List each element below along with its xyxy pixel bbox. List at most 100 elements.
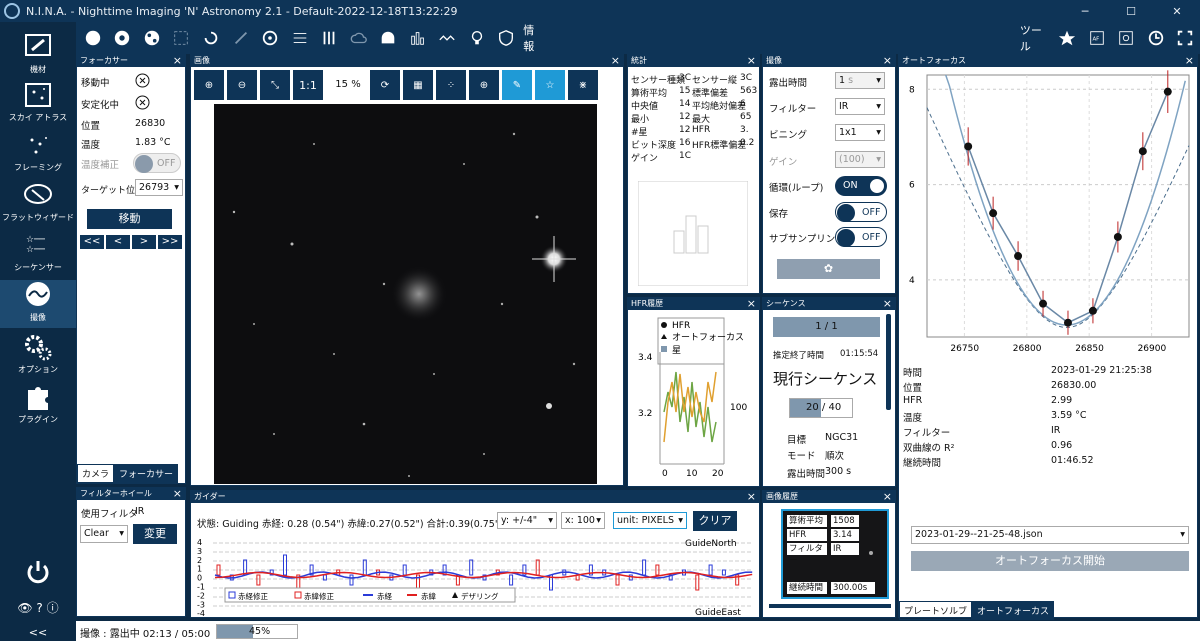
star-icon[interactable] (1052, 25, 1082, 51)
camera-status-icon[interactable] (78, 25, 108, 51)
stat-value: 14 (679, 99, 691, 109)
grid-icon[interactable]: ▦ (403, 70, 433, 100)
bulb-icon[interactable] (462, 25, 492, 51)
subsample-toggle[interactable]: OFF (835, 227, 887, 247)
capture-button[interactable]: ✿ (777, 259, 880, 279)
unit-select[interactable]: unit: PIXELS (613, 512, 687, 529)
collapse-sidebar-button[interactable]: << (0, 626, 76, 640)
step-right-button[interactable]: > (132, 235, 156, 249)
start-autofocus-button[interactable]: オートフォーカス開始 (911, 551, 1189, 571)
fit-icon[interactable]: ⤡ (260, 70, 290, 100)
close-icon[interactable]: × (173, 55, 182, 66)
wave-icon[interactable] (433, 25, 463, 51)
change-filter-button[interactable]: 変更 (133, 524, 177, 544)
step-left-large-button[interactable]: << (80, 235, 104, 249)
tab-camera[interactable]: カメラ (77, 464, 115, 483)
power-button[interactable] (0, 557, 76, 587)
filter-select[interactable]: IR (835, 98, 885, 115)
guide-north-label: GuideNorth (685, 539, 737, 549)
help-icon[interactable]: ? (36, 601, 42, 615)
window-controls: ─ ☐ ✕ (1062, 5, 1200, 18)
tempcomp-toggle[interactable]: OFF (133, 153, 181, 173)
close-icon[interactable]: × (883, 55, 892, 66)
sidebar-item-flatwizard[interactable]: フラットウィザード (0, 180, 76, 228)
eye-icon[interactable]: 👁 (17, 601, 32, 615)
dome-icon[interactable] (373, 25, 403, 51)
sidebar-item-options[interactable]: オプション (0, 332, 76, 380)
sidebar-item-skyatlas[interactable]: スカイ アトラス (0, 80, 76, 128)
filter-select[interactable]: Clear (80, 525, 128, 543)
zoom-out-icon[interactable]: ⊖ (227, 70, 257, 100)
close-icon[interactable]: × (611, 55, 620, 66)
step-right-large-button[interactable]: >> (158, 235, 182, 249)
star-annotate-icon[interactable]: ☆ (535, 70, 565, 100)
info-label[interactable]: 情報 (523, 22, 545, 54)
step-left-button[interactable]: < (106, 235, 130, 249)
history-thumbnail[interactable]: 算術平均 1508 HFR 3.14 フィルター IR 継続時間 300.00s (781, 509, 889, 599)
focuser-status-icon[interactable] (137, 25, 167, 51)
tab-focuser[interactable]: フォーカサー (114, 464, 179, 483)
rotate-icon[interactable] (196, 25, 226, 51)
autofocus-tool-icon[interactable]: AF (1082, 25, 1112, 51)
clear-guider-button[interactable]: クリア (693, 511, 737, 531)
sidebar-item-sequencer[interactable]: ☆── ☆── シーケンサー (0, 230, 76, 278)
chart-bar-icon[interactable] (403, 25, 433, 51)
history-icon[interactable] (1141, 25, 1171, 51)
zoom-in-icon[interactable]: ⊕ (194, 70, 224, 100)
close-icon[interactable]: × (883, 491, 892, 502)
platesolve-tool-icon[interactable] (1111, 25, 1141, 51)
scrollbar[interactable] (886, 314, 891, 410)
panel-header: ガイダー × (191, 491, 759, 503)
x-scale-select[interactable]: x: 100 (561, 512, 605, 529)
star-detect-icon[interactable]: ⁘ (436, 70, 466, 100)
close-icon[interactable]: × (747, 298, 756, 309)
stat-label: 標準偏差 (692, 89, 729, 99)
y-scale-select[interactable]: y: +/-4" (497, 512, 557, 529)
tab-platesolve[interactable]: プレートソルブ (899, 601, 973, 620)
filterwheel-status-icon[interactable] (108, 25, 138, 51)
save-toggle[interactable]: OFF (835, 202, 887, 222)
move-button[interactable]: 移動 (87, 209, 172, 229)
settled-label: 安定化中 (81, 100, 120, 111)
magic-wand-icon[interactable]: ✎ (502, 70, 532, 100)
close-icon[interactable]: × (883, 298, 892, 309)
svg-text:☆──: ☆── (26, 235, 45, 245)
close-icon[interactable]: × (1185, 55, 1194, 66)
tab-autofocus[interactable]: オートフォーカス (972, 601, 1055, 620)
minimize-icon[interactable]: ─ (1062, 5, 1108, 18)
bahtinov-icon[interactable]: ⋇ (568, 70, 598, 100)
captured-image[interactable] (214, 104, 597, 484)
close-icon[interactable]: × (747, 491, 756, 502)
sidebar-item-imaging[interactable]: 撮像 (0, 280, 76, 328)
one-to-one-button[interactable]: 1:1 (293, 70, 323, 100)
shield-icon[interactable] (492, 25, 522, 51)
close-icon[interactable]: ✕ (1154, 5, 1200, 18)
info-icon[interactable]: ⓘ (47, 601, 59, 615)
switch-status-icon[interactable] (285, 25, 315, 51)
fullscreen-icon[interactable] (1171, 25, 1200, 51)
guider-status-icon[interactable] (255, 25, 285, 51)
sidebar-item-equipment[interactable]: 機材 (0, 32, 76, 82)
target-input[interactable]: 26793 (135, 179, 183, 196)
close-icon[interactable]: × (173, 488, 182, 499)
gain-input[interactable]: (100) (835, 151, 885, 168)
correction-bar (469, 559, 474, 576)
maximize-icon[interactable]: ☐ (1108, 5, 1154, 18)
telescope-icon (25, 34, 51, 56)
weather-sliders-icon[interactable] (314, 25, 344, 51)
crosshair-icon[interactable]: ⊕ (469, 70, 499, 100)
close-icon[interactable]: × (747, 55, 756, 66)
exposure-input[interactable]: 1 s (835, 72, 885, 89)
loop-icon[interactable]: ⟳ (370, 70, 400, 100)
panel-header: 画像履歴 × (763, 491, 895, 503)
history-scrollbar[interactable] (769, 604, 891, 608)
rotator-status-icon[interactable] (167, 25, 197, 51)
sidebar-item-framing[interactable]: フレーミング (0, 130, 76, 178)
sidebar-item-plugins[interactable]: プラグイン (0, 382, 76, 430)
binning-select[interactable]: 1x1 (835, 124, 885, 141)
cloud-icon[interactable] (344, 25, 374, 51)
autofocus-file-select[interactable]: 2023-01-29--21-25-48.json (911, 526, 1189, 544)
imaging-icon (26, 282, 50, 306)
loop-toggle[interactable]: ON (835, 176, 887, 196)
telescope-status-icon[interactable] (226, 25, 256, 51)
